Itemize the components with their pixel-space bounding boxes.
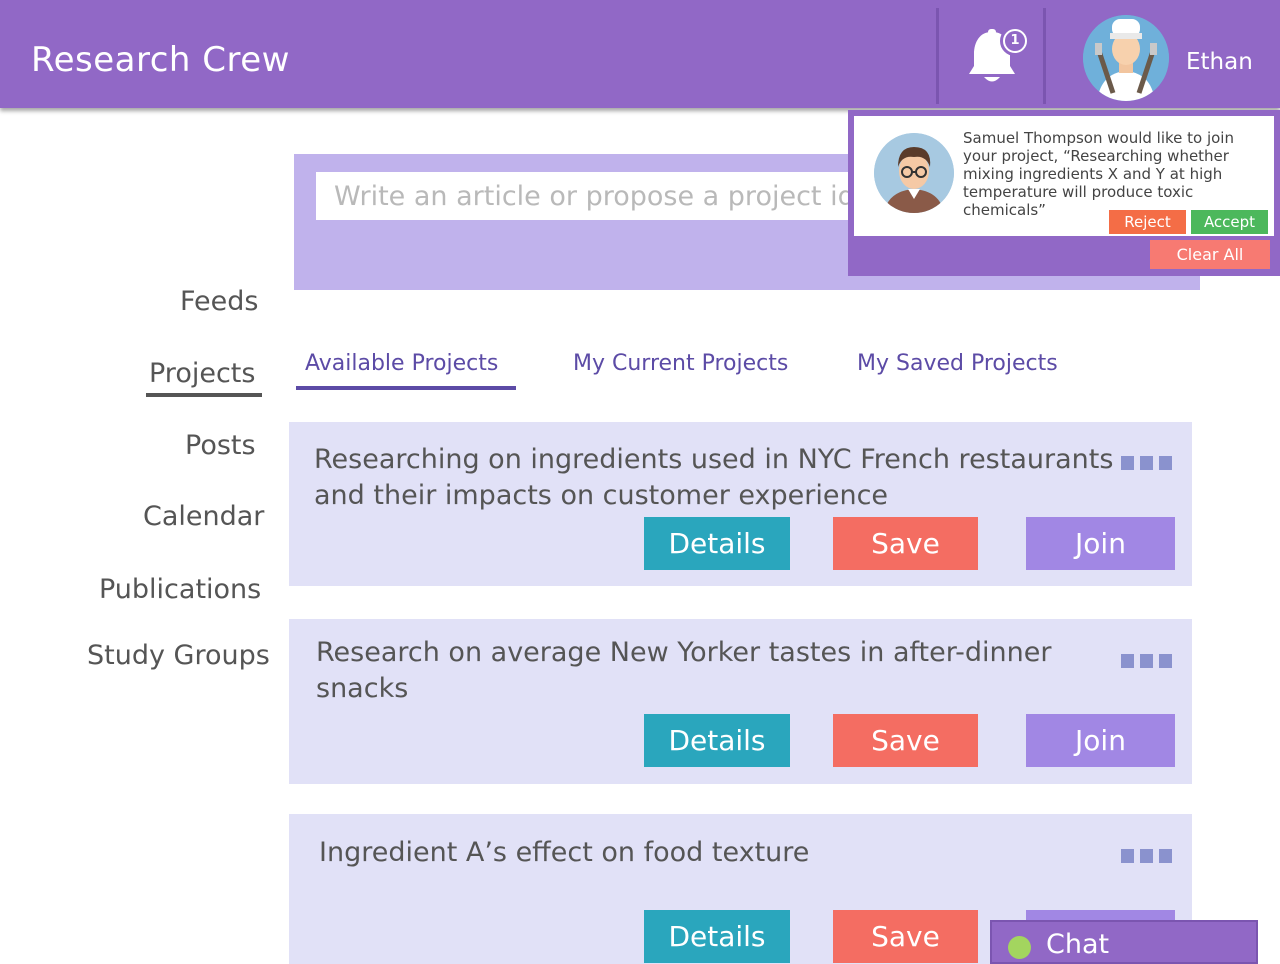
details-button[interactable]: Details (644, 517, 790, 570)
chat-bar[interactable]: Chat (990, 920, 1258, 964)
sidebar-active-indicator (146, 393, 262, 397)
project-title: Research on average New Yorker tastes in… (316, 637, 1052, 704)
more-options-icon[interactable] (1121, 654, 1172, 668)
app-title: Research Crew (31, 40, 290, 80)
save-button[interactable]: Save (833, 517, 978, 570)
composer-input[interactable] (316, 172, 916, 220)
details-button[interactable]: Details (644, 910, 790, 963)
save-button[interactable]: Save (833, 714, 978, 767)
user-name[interactable]: Ethan (1186, 49, 1253, 75)
project-title: Ingredient A’s effect on food texture (319, 837, 810, 868)
sidebar-item-calendar[interactable]: Calendar (143, 501, 264, 532)
tab-active-indicator (296, 386, 516, 390)
tab-my-saved-projects[interactable]: My Saved Projects (857, 351, 1058, 376)
reject-button[interactable]: Reject (1109, 210, 1186, 234)
notification-count: 1 (1005, 31, 1025, 51)
sidebar-item-posts[interactable]: Posts (185, 430, 256, 461)
notification-item: Samuel Thompson would like to join your … (854, 116, 1274, 236)
notification-dropdown: Samuel Thompson would like to join your … (848, 110, 1280, 276)
user-avatar[interactable] (1083, 15, 1169, 101)
sidebar-item-feeds[interactable]: Feeds (180, 286, 258, 317)
notification-badge[interactable]: 1 (1000, 26, 1030, 56)
sidebar-item-study-groups[interactable]: Study Groups (87, 640, 270, 671)
tab-my-current-projects[interactable]: My Current Projects (573, 351, 788, 376)
sidebar-item-projects[interactable]: Projects (149, 358, 255, 389)
more-options-icon[interactable] (1121, 849, 1172, 863)
more-options-icon[interactable] (1121, 456, 1172, 470)
accept-button[interactable]: Accept (1191, 210, 1268, 234)
clear-all-button[interactable]: Clear All (1150, 240, 1270, 269)
app-header: Research Crew 1 Ethan (0, 0, 1280, 108)
project-card: Research on average New Yorker tastes in… (289, 619, 1192, 784)
notification-message: Samuel Thompson would like to join your … (963, 129, 1234, 219)
online-status-icon (1008, 936, 1031, 959)
requester-avatar (874, 133, 954, 213)
project-title: Researching on ingredients used in NYC F… (314, 444, 1114, 511)
chat-label: Chat (1046, 929, 1110, 960)
header-divider (936, 8, 939, 104)
details-button[interactable]: Details (644, 714, 790, 767)
header-divider (1043, 8, 1046, 104)
save-button[interactable]: Save (833, 910, 978, 963)
sidebar-item-publications[interactable]: Publications (99, 574, 261, 605)
tab-available-projects[interactable]: Available Projects (305, 351, 498, 376)
join-button[interactable]: Join (1026, 714, 1175, 767)
join-button[interactable]: Join (1026, 517, 1175, 570)
project-card: Researching on ingredients used in NYC F… (289, 422, 1192, 586)
